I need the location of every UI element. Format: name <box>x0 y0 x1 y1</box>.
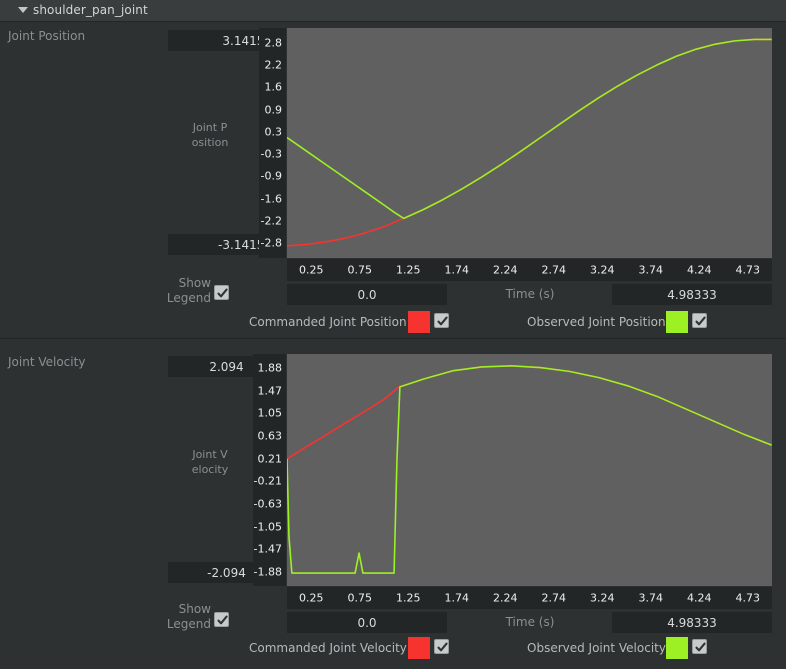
x-tick-label: 4.24 <box>687 263 712 277</box>
y-tick-label: -1.88 <box>253 565 282 579</box>
show-legend-label-joint-position: Show Legend <box>166 276 211 305</box>
x-tick-label: 1.25 <box>396 591 421 605</box>
legend-label-observed-joint-position: Observed Joint Position <box>527 315 666 329</box>
x-tick-label: 2.24 <box>493 591 518 605</box>
y-axis-title-joint-position: Joint Position <box>191 121 229 149</box>
x-axis-label-joint-velocity: Time (s) <box>505 615 555 629</box>
y-tick-label: 0.21 <box>257 452 283 466</box>
x-tick-label: 1.25 <box>396 263 421 277</box>
row-label-joint-velocity: Joint Velocity <box>8 355 86 369</box>
y-tick-label: -2.2 <box>260 214 282 228</box>
x-tick-label: 1.74 <box>444 263 470 277</box>
page-title: shoulder_pan_joint <box>33 3 148 17</box>
legend-color-swatch-observed-joint-velocity[interactable] <box>666 637 688 659</box>
data-series-line <box>287 365 772 574</box>
x-tick-label: 3.24 <box>590 263 615 277</box>
x-tick-label: 0.75 <box>347 263 373 277</box>
check-icon <box>437 642 448 652</box>
x-tick-label: 0.75 <box>347 591 373 605</box>
data-series-line <box>287 38 772 220</box>
panel-divider <box>0 338 786 339</box>
y-tick-label: -1.47 <box>253 542 282 556</box>
legend-checkbox-commanded-joint-velocity[interactable] <box>434 639 449 654</box>
y-tick-label: -0.3 <box>260 147 282 161</box>
plot-area-joint-position[interactable] <box>287 28 772 258</box>
y-tick-label: 1.88 <box>257 361 283 375</box>
y-axis-ticks-joint-position: 2.8 2.2 1.6 0.9 0.3 -0.3 -0.9 -1.6 -2.2 -2.8 <box>259 28 286 258</box>
check-icon <box>695 642 706 652</box>
check-icon <box>695 316 706 326</box>
x-max-input-joint-velocity[interactable]: 4.98333 <box>612 612 772 633</box>
y-tick-label: -2.8 <box>260 236 282 250</box>
legend-checkbox-observed-joint-velocity[interactable] <box>692 639 707 654</box>
y-tick-label: 2.2 <box>264 58 283 72</box>
x-min-input-joint-position[interactable]: 0.0 <box>287 284 447 305</box>
y-tick-label: -0.21 <box>253 474 282 488</box>
y-tick-label: 1.05 <box>257 406 283 420</box>
show-legend-label-joint-velocity: Show Legend <box>166 602 211 631</box>
y-tick-label: 0.9 <box>264 103 283 117</box>
y-tick-label: 0.3 <box>264 125 283 139</box>
x-tick-label: 4.73 <box>735 263 761 277</box>
panel-header: shoulder_pan_joint <box>0 0 786 21</box>
y-axis-title-joint-velocity: Joint Velocity <box>191 448 229 476</box>
x-min-input-joint-velocity[interactable]: 0.0 <box>287 612 447 633</box>
x-tick-label: 4.24 <box>687 591 712 605</box>
x-tick-label: 2.74 <box>541 591 567 605</box>
y-tick-label: -0.63 <box>253 497 282 511</box>
data-series-line <box>287 38 772 247</box>
y-tick-label: -0.9 <box>260 169 282 183</box>
x-tick-label: 3.74 <box>638 591 664 605</box>
triangle-down-icon[interactable] <box>18 7 28 13</box>
y-tick-label: 1.6 <box>264 80 283 94</box>
y-tick-label: 2.8 <box>264 36 283 50</box>
check-icon <box>217 288 228 298</box>
legend-checkbox-commanded-joint-position[interactable] <box>434 313 449 328</box>
y-tick-label: -1.6 <box>260 192 282 206</box>
legend-label-commanded-joint-position: Commanded Joint Position <box>249 315 407 329</box>
x-tick-label: 0.25 <box>299 591 324 605</box>
x-tick-label: 1.74 <box>444 591 470 605</box>
x-tick-label: 2.24 <box>493 263 518 277</box>
x-tick-label: 3.24 <box>590 591 615 605</box>
check-icon <box>217 615 228 625</box>
data-series-line <box>287 365 772 460</box>
x-axis-ticks-joint-velocity: 0.25 0.75 1.25 1.74 2.24 2.74 3.24 3.74 4.24 4.73 <box>287 587 772 609</box>
show-legend-checkbox-joint-position[interactable] <box>214 285 229 300</box>
legend-label-commanded-joint-velocity: Commanded Joint Velocity <box>249 641 407 655</box>
x-tick-label: 0.25 <box>299 263 324 277</box>
row-label-joint-position: Joint Position <box>8 29 86 43</box>
legend-color-swatch-observed-joint-position[interactable] <box>666 311 688 333</box>
x-tick-label: 4.73 <box>735 591 761 605</box>
legend-label-observed-joint-velocity: Observed Joint Velocity <box>527 641 666 655</box>
y-tick-label: -1.05 <box>253 520 282 534</box>
y-tick-label: 1.47 <box>257 384 283 398</box>
check-icon <box>437 316 448 326</box>
x-tick-label: 3.74 <box>638 263 664 277</box>
y-axis-ticks-joint-velocity: 1.88 1.47 1.05 0.63 0.21 -0.21 -0.63 -1.05 -1.47… <box>253 354 286 586</box>
plot-area-joint-velocity[interactable] <box>287 354 772 586</box>
x-tick-label: 2.74 <box>541 263 567 277</box>
legend-color-swatch-commanded-joint-position[interactable] <box>408 311 430 333</box>
x-max-input-joint-position[interactable]: 4.98333 <box>612 284 772 305</box>
legend-color-swatch-commanded-joint-velocity[interactable] <box>408 637 430 659</box>
show-legend-checkbox-joint-velocity[interactable] <box>214 612 229 627</box>
y-tick-label: 0.63 <box>257 429 283 443</box>
header-divider <box>0 21 786 22</box>
legend-checkbox-observed-joint-position[interactable] <box>692 313 707 328</box>
x-axis-label-joint-position: Time (s) <box>505 287 555 301</box>
x-axis-ticks-joint-position: 0.25 0.75 1.25 1.74 2.24 2.74 3.24 3.74 4.24 4.73 <box>287 259 772 281</box>
